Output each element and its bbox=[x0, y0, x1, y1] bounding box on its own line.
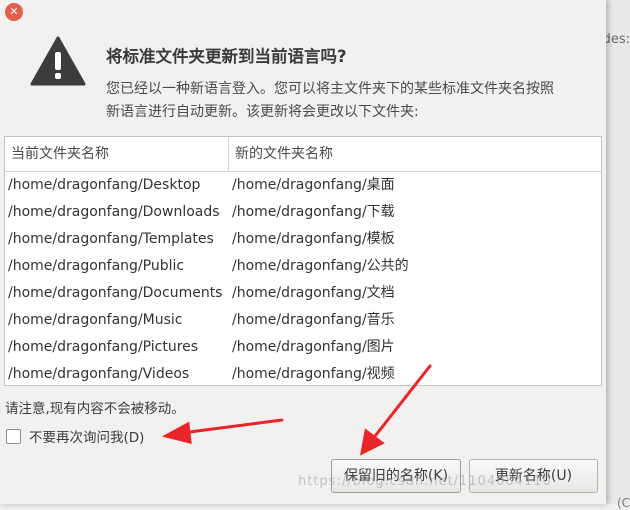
table-header: 当前文件夹名称 新的文件夹名称 bbox=[5, 137, 601, 172]
current-folder-cell: /home/dragonfang/Documents bbox=[8, 285, 223, 301]
current-folder-cell: /home/dragonfang/Templates bbox=[8, 231, 214, 247]
new-folder-cell: /home/dragonfang/图片 bbox=[232, 339, 395, 355]
new-folder-cell: /home/dragonfang/模板 bbox=[232, 231, 395, 247]
new-folder-cell: /home/dragonfang/下载 bbox=[232, 204, 395, 220]
titlebar: ✕ bbox=[0, 0, 606, 26]
table-row[interactable]: /home/dragonfang/Videos /home/dragonfang… bbox=[5, 361, 601, 388]
table-row[interactable]: /home/dragonfang/Templates /home/dragonf… bbox=[5, 226, 601, 253]
dont-ask-checkbox[interactable] bbox=[6, 428, 21, 444]
column-header-new[interactable]: 新的文件夹名称 bbox=[229, 137, 333, 171]
dialog-description: 您已经以一种新语言登入。您可以将主文件夹下的某些标准文件夹名按照 新语言进行自动… bbox=[106, 78, 596, 124]
update-folders-dialog: ✕ 将标准文件夹更新到当前语言吗? 您已经以一种新语言登入。您可以将主文件夹下的… bbox=[0, 0, 606, 504]
column-header-current[interactable]: 当前文件夹名称 bbox=[5, 137, 229, 171]
background-text: des: bbox=[602, 32, 630, 47]
watermark: https://blog.csdn.net/1104084110 bbox=[298, 474, 552, 489]
dialog-title: 将标准文件夹更新到当前语言吗? bbox=[106, 47, 347, 66]
table-row[interactable]: /home/dragonfang/Documents /home/dragonf… bbox=[5, 280, 601, 307]
dont-ask-label[interactable]: 不要再次询问我(D) bbox=[29, 426, 144, 446]
new-folder-cell: /home/dragonfang/文档 bbox=[232, 285, 395, 301]
move-note: 请注意,现有内容不会被移动。 bbox=[5, 401, 185, 417]
current-folder-cell: /home/dragonfang/Desktop bbox=[8, 177, 201, 193]
table-row[interactable]: /home/dragonfang/Pictures /home/dragonfa… bbox=[5, 334, 601, 361]
current-folder-cell: /home/dragonfang/Pictures bbox=[8, 339, 199, 355]
current-folder-cell: /home/dragonfang/Videos bbox=[8, 366, 190, 382]
new-folder-cell: /home/dragonfang/视频 bbox=[232, 366, 395, 382]
current-folder-cell: /home/dragonfang/Music bbox=[8, 312, 183, 328]
new-folder-cell: /home/dragonfang/公共的 bbox=[232, 258, 409, 274]
current-folder-cell: /home/dragonfang/Downloads bbox=[8, 204, 220, 220]
folder-table: 当前文件夹名称 新的文件夹名称 /home/dragonfang/Desktop… bbox=[4, 136, 602, 386]
background-window: des: (C bbox=[602, 0, 630, 510]
table-row[interactable]: /home/dragonfang/Downloads /home/dragonf… bbox=[5, 199, 601, 226]
current-folder-cell: /home/dragonfang/Public bbox=[8, 258, 185, 274]
background-text-bottom: (C bbox=[616, 496, 630, 510]
dont-ask-option[interactable]: 不要再次询问我(D) bbox=[6, 426, 144, 446]
description-line-2: 新语言进行自动更新。该更新将会更改以下文件夹: bbox=[106, 104, 419, 120]
table-row[interactable]: /home/dragonfang/Desktop /home/dragonfan… bbox=[5, 172, 601, 199]
description-line-1: 您已经以一种新语言登入。您可以将主文件夹下的某些标准文件夹名按照 bbox=[106, 81, 554, 97]
table-row[interactable]: /home/dragonfang/Public /home/dragonfang… bbox=[5, 253, 601, 280]
new-folder-cell: /home/dragonfang/桌面 bbox=[232, 177, 395, 193]
table-row[interactable]: /home/dragonfang/Music /home/dragonfang/… bbox=[5, 307, 601, 334]
warning-icon bbox=[30, 36, 86, 86]
close-button[interactable]: ✕ bbox=[5, 3, 23, 21]
new-folder-cell: /home/dragonfang/音乐 bbox=[232, 312, 395, 328]
table-body: /home/dragonfang/Desktop /home/dragonfan… bbox=[5, 172, 601, 388]
